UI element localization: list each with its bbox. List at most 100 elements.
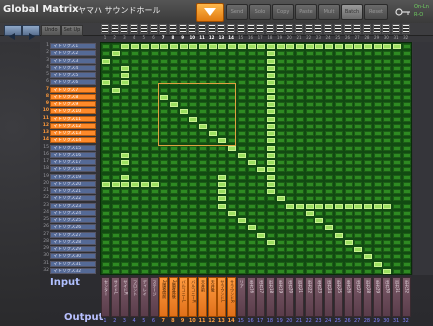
matrix-cell[interactable] — [257, 131, 266, 136]
matrix-cell[interactable] — [286, 145, 295, 151]
matrix-cell[interactable] — [383, 189, 392, 194]
matrix-cell[interactable] — [208, 189, 217, 194]
matrix-cell[interactable] — [373, 268, 382, 274]
matrix-cell[interactable] — [325, 181, 334, 187]
matrix-cell[interactable] — [257, 65, 266, 71]
matrix-cell[interactable] — [140, 138, 149, 144]
matrix-cell[interactable] — [189, 225, 198, 231]
matrix-cell[interactable] — [218, 109, 227, 115]
matrix-cell-on[interactable] — [257, 44, 266, 49]
matrix-cell[interactable] — [286, 94, 295, 100]
matrix-cell[interactable] — [315, 152, 324, 158]
matrix-cell[interactable] — [150, 210, 159, 216]
column-select-block[interactable] — [382, 24, 391, 34]
matrix-cell[interactable] — [276, 116, 285, 122]
undo-button[interactable]: Undo — [41, 25, 61, 36]
matrix-cell-on[interactable] — [208, 131, 217, 136]
matrix-cell[interactable] — [257, 152, 266, 158]
output-strip[interactable]: 出力23 — [314, 277, 324, 317]
matrix-cell[interactable] — [334, 152, 343, 158]
matrix-cell[interactable] — [247, 174, 256, 180]
matrix-cell[interactable] — [228, 268, 237, 274]
matrix-cell[interactable] — [169, 51, 178, 57]
matrix-cell-on[interactable] — [363, 44, 372, 49]
matrix-cell[interactable] — [325, 247, 334, 252]
matrix-cell[interactable] — [140, 73, 149, 78]
matrix-cell[interactable] — [140, 51, 149, 57]
matrix-cell[interactable] — [160, 174, 169, 180]
matrix-cell[interactable] — [334, 189, 343, 194]
matrix-cell[interactable] — [160, 65, 169, 71]
matrix-cell-on[interactable] — [325, 44, 334, 49]
matrix-cell-on[interactable] — [354, 203, 363, 209]
matrix-cell[interactable] — [150, 167, 159, 173]
matrix-cell[interactable] — [383, 152, 392, 158]
matrix-cell[interactable] — [402, 80, 411, 86]
matrix-cell[interactable] — [344, 109, 353, 115]
matrix-cell[interactable] — [276, 247, 285, 252]
matrix-cell[interactable] — [373, 51, 382, 57]
matrix-cell[interactable] — [257, 73, 266, 78]
matrix-cell[interactable] — [315, 160, 324, 165]
matrix-cell[interactable] — [247, 87, 256, 93]
matrix-cell[interactable] — [276, 254, 285, 260]
column-select-block[interactable] — [401, 24, 410, 34]
matrix-cell[interactable] — [150, 87, 159, 93]
matrix-cell[interactable] — [131, 51, 140, 57]
matrix-cell[interactable] — [140, 131, 149, 136]
next-button[interactable] — [22, 25, 40, 40]
matrix-cell[interactable] — [189, 181, 198, 187]
matrix-cell[interactable] — [296, 268, 304, 274]
matrix-cell[interactable] — [276, 145, 285, 151]
matrix-cell[interactable] — [373, 73, 382, 78]
matrix-cell[interactable] — [325, 189, 334, 194]
input-row-label[interactable]: マトリクス16 — [50, 151, 96, 158]
matrix-cell[interactable] — [286, 131, 295, 136]
matrix-cell[interactable] — [218, 131, 227, 136]
matrix-cell[interactable] — [189, 196, 198, 202]
matrix-cell[interactable] — [305, 152, 314, 158]
matrix-cell[interactable] — [179, 254, 188, 260]
matrix-cell[interactable] — [363, 102, 372, 107]
matrix-cell[interactable] — [218, 268, 227, 274]
matrix-cell[interactable] — [344, 218, 353, 223]
matrix-cell[interactable] — [237, 239, 246, 245]
matrix-cell[interactable] — [199, 51, 207, 57]
matrix-cell[interactable] — [237, 196, 246, 202]
matrix-cell[interactable] — [247, 58, 256, 64]
matrix-cell[interactable] — [169, 225, 178, 231]
matrix-cell[interactable] — [247, 51, 256, 57]
matrix-cell-on[interactable] — [305, 203, 314, 209]
column-select-block[interactable] — [275, 24, 284, 34]
matrix-cell[interactable] — [131, 232, 140, 238]
matrix-cell[interactable] — [276, 167, 285, 173]
matrix-cell[interactable] — [305, 232, 314, 238]
matrix-cell[interactable] — [315, 261, 324, 267]
matrix-cell[interactable] — [276, 94, 285, 100]
input-row-label[interactable]: マトリクス3 — [50, 57, 96, 64]
matrix-cell[interactable] — [199, 87, 207, 93]
matrix-cell[interactable] — [363, 94, 372, 100]
matrix-cell[interactable] — [150, 247, 159, 252]
matrix-cell[interactable] — [199, 160, 207, 165]
matrix-cell[interactable] — [402, 138, 411, 144]
output-strip[interactable]: フロント — [130, 277, 140, 317]
matrix-cell[interactable] — [189, 247, 198, 252]
matrix-cell[interactable] — [315, 109, 324, 115]
matrix-cell[interactable] — [286, 225, 295, 231]
matrix-cell-on[interactable] — [266, 167, 275, 173]
matrix-cell[interactable] — [296, 160, 304, 165]
matrix-cell[interactable] — [102, 232, 110, 238]
matrix-cell[interactable] — [305, 102, 314, 107]
matrix-cell[interactable] — [296, 51, 304, 57]
matrix-cell-on[interactable] — [121, 181, 130, 187]
matrix-cell[interactable] — [189, 261, 198, 267]
matrix-cell[interactable] — [334, 116, 343, 122]
matrix-cell[interactable] — [218, 73, 227, 78]
matrix-cell[interactable] — [160, 80, 169, 86]
matrix-cell[interactable] — [218, 116, 227, 122]
matrix-cell[interactable] — [344, 174, 353, 180]
matrix-cell[interactable] — [150, 160, 159, 165]
matrix-cell-on[interactable] — [344, 203, 353, 209]
matrix-cell[interactable] — [402, 218, 411, 223]
